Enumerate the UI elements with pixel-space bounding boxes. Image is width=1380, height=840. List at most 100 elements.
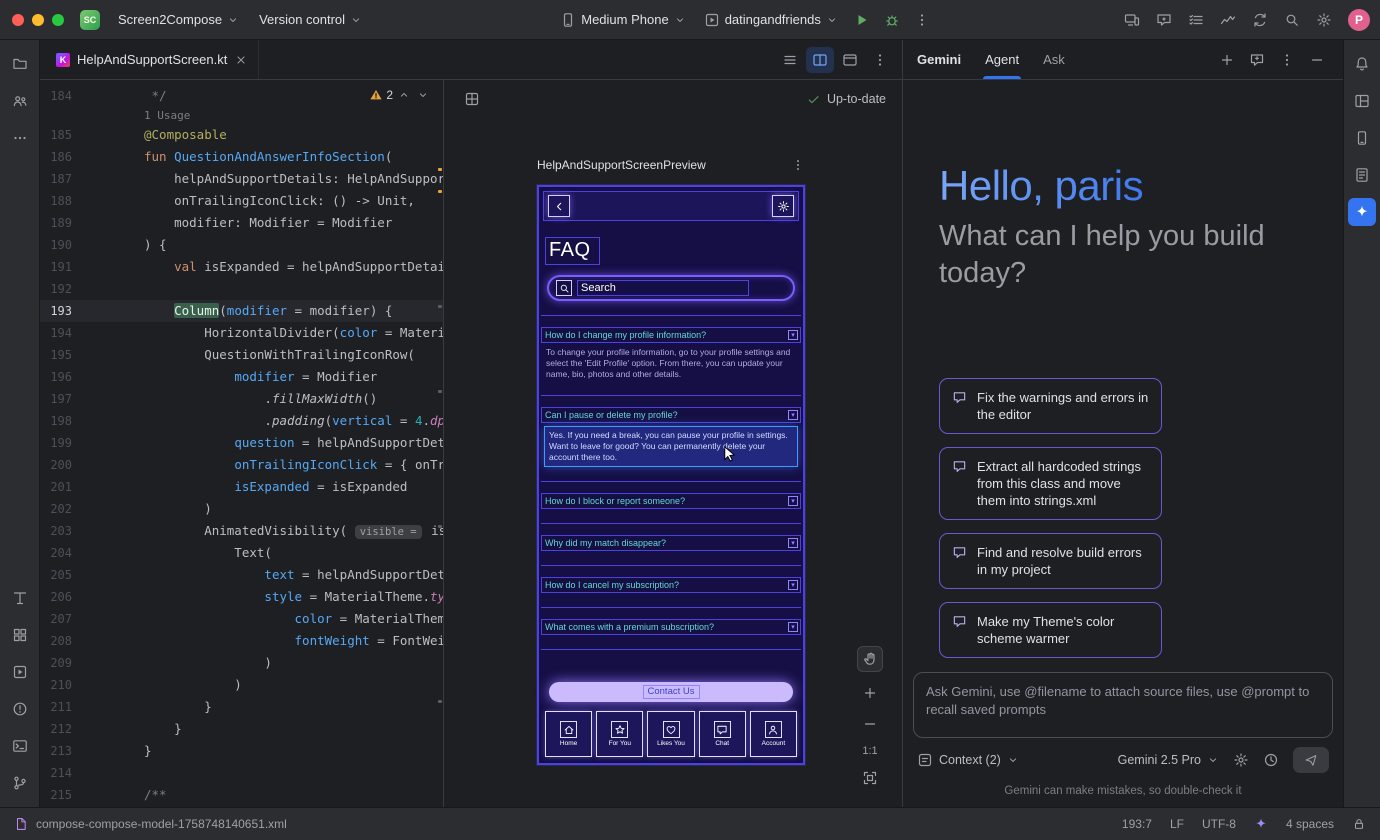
close-tab-icon[interactable] [234, 53, 248, 67]
editor-options-button[interactable] [866, 47, 894, 73]
code-line[interactable]: 186fun QuestionAndAnswerInfoSection( [40, 146, 443, 168]
profile-avatar[interactable]: P [1348, 9, 1370, 31]
version-control-menu[interactable]: Version control [251, 8, 370, 31]
compose-preview-phone[interactable]: FAQ Search How do I change my profile in… [537, 185, 805, 765]
code-line[interactable]: 214 [40, 762, 443, 784]
gemini-suggestion-card[interactable]: Find and resolve build errors in my proj… [939, 533, 1162, 589]
gemini-status-icon[interactable] [1254, 817, 1268, 831]
context-selector[interactable]: Context (2) [917, 752, 1019, 768]
code-line[interactable]: 188 onTrailingIconClick: () -> Unit, [40, 190, 443, 212]
code-line[interactable]: 211 } [40, 696, 443, 718]
gemini-suggestion-card[interactable]: Fix the warnings and errors in the edito… [939, 378, 1162, 434]
encoding[interactable]: UTF-8 [1202, 817, 1236, 831]
model-selector[interactable]: Gemini 2.5 Pro [1118, 753, 1219, 767]
editor-tab[interactable]: K HelpAndSupportScreen.kt [40, 40, 259, 79]
zoom-in-button[interactable] [860, 683, 880, 703]
more-tool-windows-button[interactable] [6, 124, 34, 152]
pan-tool-button[interactable] [857, 646, 883, 672]
code-line[interactable]: 208 fontWeight = FontWeigh [40, 630, 443, 652]
resource-manager-tool-button[interactable] [6, 621, 34, 649]
notifications-button[interactable] [1348, 50, 1376, 78]
gemini-settings-button[interactable] [1233, 752, 1249, 768]
device-manager-tool-button[interactable] [1348, 124, 1376, 152]
code-line[interactable]: 190) { [40, 234, 443, 256]
code-line[interactable]: 196 modifier = Modifier [40, 366, 443, 388]
preview-canvas[interactable]: HelpAndSupportScreenPreview FAQ Search [444, 118, 902, 807]
code-line[interactable]: 206 style = MaterialTheme.typo [40, 586, 443, 608]
zoom-out-button[interactable] [860, 714, 880, 734]
preview-name[interactable]: HelpAndSupportScreenPreview [537, 158, 706, 172]
code-line[interactable]: 215/** [40, 784, 443, 806]
terminal-tool-button[interactable] [6, 732, 34, 760]
code-line[interactable]: 202 ) [40, 498, 443, 520]
profiler-button[interactable] [1214, 6, 1242, 34]
problems-tool-button[interactable] [6, 695, 34, 723]
code-editor[interactable]: 184 */1 Usage185@Composable186fun Questi… [40, 80, 443, 807]
code-line[interactable]: 198 .padding(vertical = 4.dp), [40, 410, 443, 432]
gemini-chat-button[interactable] [1150, 6, 1178, 34]
code-line[interactable]: 209 ) [40, 652, 443, 674]
code-line[interactable]: 207 color = MaterialTheme. [40, 608, 443, 630]
zoom-to-fit-button[interactable] [860, 768, 880, 788]
code-line[interactable]: 192 [40, 278, 443, 300]
settings-button[interactable] [1310, 6, 1338, 34]
logcat-tool-button[interactable] [1348, 161, 1376, 189]
gemini-history-button[interactable] [1263, 752, 1279, 768]
close-window-button[interactable] [12, 14, 24, 26]
gemini-tool-button[interactable] [1348, 198, 1376, 226]
preview-view-options-button[interactable] [458, 85, 486, 113]
inlay-hint-line[interactable]: 1 Usage [40, 107, 443, 124]
editor-mode-code-button[interactable] [776, 47, 804, 73]
code-line[interactable]: 187 helpAndSupportDetails: HelpAndSuppor… [40, 168, 443, 190]
gemini-tab-ask[interactable]: Ask [1043, 40, 1065, 79]
services-tool-button[interactable] [6, 658, 34, 686]
sync-project-button[interactable] [1246, 6, 1274, 34]
hide-panel-button[interactable] [1305, 48, 1329, 72]
code-line[interactable]: 210 ) [40, 674, 443, 696]
code-line[interactable]: 201 isExpanded = isExpanded [40, 476, 443, 498]
lock-icon[interactable] [1352, 817, 1366, 831]
code-line[interactable]: 197 .fillMaxWidth() [40, 388, 443, 410]
todo-button[interactable] [1182, 6, 1210, 34]
gemini-suggestion-card[interactable]: Make my Theme's color scheme warmer [939, 602, 1162, 658]
error-stripe[interactable] [438, 80, 442, 807]
caret-position[interactable]: 193:7 [1122, 817, 1152, 831]
run-configuration-selector[interactable]: datingandfriends [696, 8, 846, 32]
run-button[interactable] [848, 6, 876, 34]
gemini-tab-agent[interactable]: Agent [985, 40, 1019, 79]
gemini-suggestion-card[interactable]: Extract all hardcoded strings from this … [939, 447, 1162, 520]
conversations-button[interactable] [1245, 48, 1269, 72]
project-tool-button[interactable] [6, 50, 34, 78]
next-problem-button[interactable] [415, 87, 431, 103]
search-everywhere-button[interactable] [1278, 6, 1306, 34]
editor-mode-design-button[interactable] [836, 47, 864, 73]
code-line[interactable]: 204 Text( [40, 542, 443, 564]
prev-problem-button[interactable] [396, 87, 412, 103]
code-line[interactable]: 200 onTrailingIconClick = { onTrai [40, 454, 443, 476]
debug-button[interactable] [878, 6, 906, 34]
more-run-actions-button[interactable] [908, 6, 936, 34]
fullscreen-window-button[interactable] [52, 14, 64, 26]
indent-setting[interactable]: 4 spaces [1286, 817, 1334, 831]
version-control-tool-button[interactable] [6, 769, 34, 797]
gemini-options-button[interactable] [1275, 48, 1299, 72]
code-line[interactable]: 185@Composable [40, 124, 443, 146]
code-line[interactable]: 213} [40, 740, 443, 762]
editor-mode-split-button[interactable] [806, 47, 834, 73]
inspections-widget[interactable]: 2 [365, 85, 435, 105]
code-line[interactable]: 195 QuestionWithTrailingIconRow( [40, 344, 443, 366]
line-ending[interactable]: LF [1170, 817, 1184, 831]
send-button[interactable] [1293, 747, 1329, 773]
device-mirroring-button[interactable] [1118, 6, 1146, 34]
minimize-window-button[interactable] [32, 14, 44, 26]
layout-validation-tool-button[interactable] [6, 584, 34, 612]
code-line[interactable]: 189 modifier: Modifier = Modifier [40, 212, 443, 234]
layout-inspector-tool-button[interactable] [1348, 87, 1376, 115]
device-selector[interactable]: Medium Phone [552, 8, 693, 32]
code-line[interactable]: 212 } [40, 718, 443, 740]
code-line[interactable]: 193 Column(modifier = modifier) { [40, 300, 443, 322]
code-line[interactable]: 194 HorizontalDivider(color = Material [40, 322, 443, 344]
code-line[interactable]: 203 AnimatedVisibility( visible = isExpa… [40, 520, 443, 542]
new-conversation-button[interactable] [1215, 48, 1239, 72]
gemini-prompt-input[interactable]: Ask Gemini, use @filename to attach sour… [913, 672, 1333, 738]
